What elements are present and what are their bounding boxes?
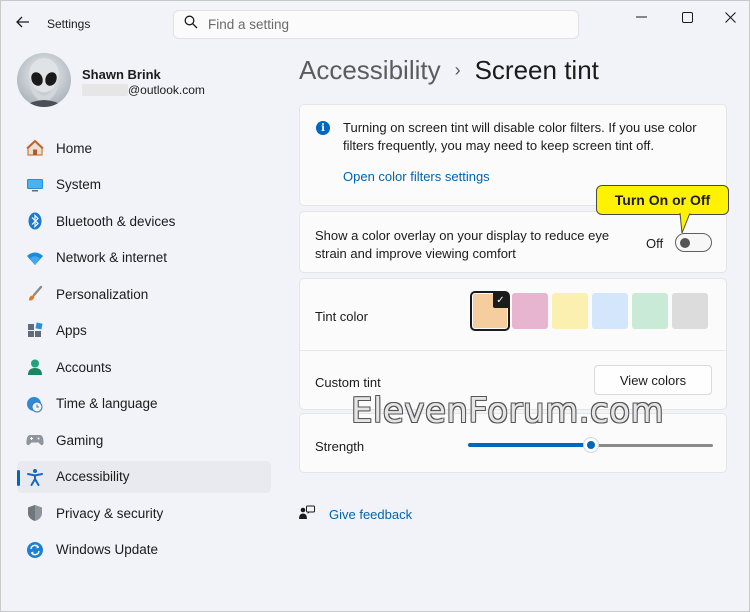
sidebar-item-label: System [56,177,102,192]
sidebar-item-home[interactable]: Home [17,132,271,164]
slider-track-rest [597,444,713,447]
give-feedback-link[interactable]: Give feedback [299,505,412,524]
tint-settings-group: Tint color ✓ Custom tint View colors [299,278,727,410]
sidebar-item-label: Home [56,140,93,156]
email-redaction [82,84,128,96]
toggle-state-label: Off [646,236,664,251]
strength-slider[interactable] [468,436,713,454]
sidebar-item-label: Network & internet [56,250,168,265]
tint-swatch[interactable] [672,293,708,329]
clock-globe-icon [25,394,45,414]
home-icon [25,138,45,158]
sidebar-item-label: Gaming [56,432,104,448]
divider [300,350,726,351]
sidebar-item-apps[interactable]: Apps [17,315,271,347]
sidebar-nav: Home System Bluetooth & devices Network … [17,132,271,570]
brush-icon [25,284,45,304]
person-icon [25,357,45,377]
sidebar-item-windows-update[interactable]: Windows Update [17,534,271,566]
feedback-icon [299,505,315,524]
close-icon [724,11,736,23]
info-icon: i [316,121,330,135]
tint-swatch[interactable] [512,293,548,329]
search-box[interactable]: Find a setting [173,10,579,39]
breadcrumb-separator: › [454,60,461,80]
sidebar-item-accounts[interactable]: Accounts [17,351,271,383]
alien-avatar-icon [17,53,71,107]
user-email-domain: @outlook.com [128,83,205,97]
toggle-knob [680,238,690,248]
gamepad-icon [25,430,45,450]
sidebar-item-label: Time & language [56,396,158,411]
sidebar-item-system[interactable]: System [17,169,271,201]
color-overlay-description: Show a color overlay on your display to … [315,228,610,261]
shield-icon [25,503,45,523]
give-feedback-label: Give feedback [329,507,413,522]
search-placeholder: Find a setting [208,17,290,32]
breadcrumb-parent[interactable]: Accessibility [299,55,441,86]
system-icon [25,175,45,195]
sidebar-item-label: Apps [56,323,87,338]
user-name: Shawn Brink [82,67,161,82]
sidebar-item-label: Bluetooth & devices [56,213,176,229]
tint-color-label: Tint color [315,309,368,324]
user-email: @outlook.com [82,83,205,97]
maximize-button[interactable] [670,7,704,27]
maximize-icon [681,11,693,23]
page-title: Screen tint [474,55,599,85]
slider-track-fill [468,443,587,447]
settings-window: Settings Find a setting Shawn Brink @out… [0,0,750,612]
app-title: Settings [47,17,91,31]
tint-swatch[interactable]: ✓ [470,291,510,331]
back-arrow-icon [16,15,30,33]
strength-setting: Strength [299,413,727,473]
sidebar-item-label: Privacy & security [56,505,164,521]
apps-icon [25,321,45,341]
search-icon [184,15,198,34]
sidebar-item-label: Accounts [56,359,112,375]
view-colors-button[interactable]: View colors [594,365,712,395]
sidebar-item-privacy-security[interactable]: Privacy & security [17,497,271,529]
accessibility-icon [25,467,45,487]
minimize-icon [635,16,647,18]
tint-swatch-list: ✓ [470,291,712,331]
breadcrumb: Accessibility › Screen tint [299,55,599,86]
screen-tint-toggle[interactable] [675,233,712,252]
wifi-icon [25,248,45,268]
sidebar-item-accessibility[interactable]: Accessibility [17,460,271,493]
color-overlay-setting: Show a color overlay on your display to … [299,211,727,273]
annotation-callout: Turn On or Off [596,185,729,215]
open-color-filters-link[interactable]: Open color filters settings [343,169,490,184]
avatar[interactable] [17,53,71,107]
info-text: Turning on screen tint will disable colo… [343,120,697,153]
update-icon [25,540,45,560]
callout-pointer [679,213,691,234]
sidebar-item-time-language[interactable]: Time & language [17,388,271,420]
strength-label: Strength [315,439,365,454]
back-button[interactable] [11,13,35,35]
sidebar-item-bluetooth[interactable]: Bluetooth & devices [17,205,271,237]
minimize-button[interactable] [624,7,658,27]
sidebar-item-label: Accessibility [56,469,130,484]
checkmark-icon: ✓ [493,293,508,308]
custom-tint-label: Custom tint [315,375,381,390]
tint-swatch[interactable] [552,293,588,329]
sidebar-item-label: Windows Update [56,542,159,557]
tint-swatch[interactable] [592,293,628,329]
sidebar-item-gaming[interactable]: Gaming [17,424,271,456]
close-button[interactable] [713,7,747,27]
bluetooth-icon [25,211,45,231]
sidebar-item-network[interactable]: Network & internet [17,242,271,274]
tint-swatch[interactable] [632,293,668,329]
slider-thumb[interactable] [583,437,599,453]
sidebar-item-label: Personalization [56,286,149,302]
sidebar-item-personalization[interactable]: Personalization [17,278,271,310]
